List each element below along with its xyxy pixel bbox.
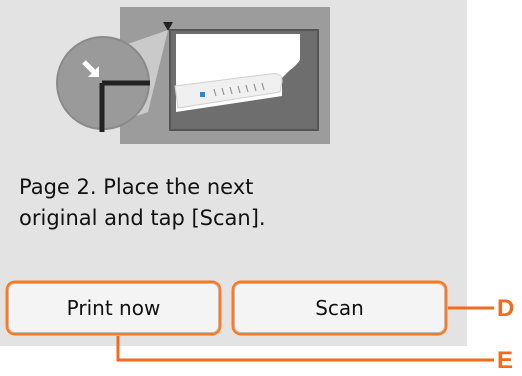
instruction-message: Page 2. Place the next original and tap … (19, 175, 266, 230)
callout-label-d: D (497, 295, 515, 322)
scan-button[interactable]: Scan (234, 283, 445, 333)
print-now-button[interactable]: Print now (8, 283, 219, 333)
place-original-illustration (56, 7, 330, 144)
document-mark (200, 92, 205, 97)
touchscreen-panel: Page 2. Place the next original and tap … (0, 0, 467, 346)
callout-label-e: E (497, 347, 514, 374)
